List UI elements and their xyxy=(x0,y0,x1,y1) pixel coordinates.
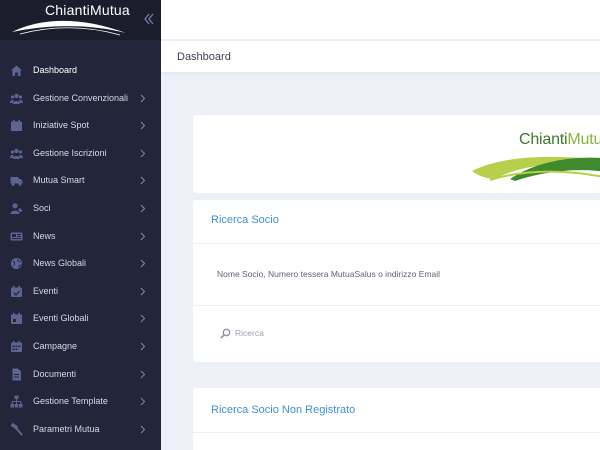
sidebar-item-label: Parametri Mutua xyxy=(33,423,100,434)
sidebar-item-label: Eventi Globali xyxy=(33,313,89,324)
divider xyxy=(193,243,600,244)
divider xyxy=(193,305,600,306)
page-title: Dashboard xyxy=(177,51,231,63)
users-icon xyxy=(10,93,23,104)
brand-swoosh-logo xyxy=(12,20,126,36)
search-unregistered-member-title[interactable]: Ricerca Socio Non Registrato xyxy=(211,404,355,416)
sidebar-item-label: Gestione Iscrizioni xyxy=(33,147,107,158)
sidebar-item-label: Gestione Template xyxy=(33,396,108,407)
chevron-right-icon xyxy=(140,397,146,406)
sidebar-item-label: Dashboard xyxy=(33,65,78,75)
sidebar-item-mutua-smart[interactable]: Mutua Smart xyxy=(0,167,161,195)
users-icon xyxy=(10,148,23,159)
hammer-icon xyxy=(10,422,23,436)
sidebar-item-soci[interactable]: Soci xyxy=(0,195,161,223)
sidebar-item-label: Soci xyxy=(33,202,51,213)
search-unregistered-member-card: Ricerca Socio Non Registrato xyxy=(193,388,600,450)
chevron-right-icon xyxy=(140,287,146,296)
sidebar-item-label: Documenti xyxy=(33,368,77,379)
divider xyxy=(193,432,600,433)
sidebar-item-eventi[interactable]: Eventi xyxy=(0,278,161,306)
chevron-right-icon xyxy=(140,342,146,351)
calendar-grid-icon xyxy=(11,340,22,352)
search-hint-text: Nome Socio, Numero tessera MutuaSalus o … xyxy=(217,269,440,279)
chevron-right-icon xyxy=(140,370,146,378)
sidebar-item-documenti[interactable]: Documenti xyxy=(0,361,161,389)
chevron-right-icon xyxy=(140,232,146,240)
sidebar-menu: Dashboard Gestione Convenzionali Iniziat… xyxy=(0,57,161,443)
chevron-right-icon xyxy=(140,425,146,434)
calendar-icon xyxy=(11,119,22,132)
sidebar-item-eventi-globali[interactable]: Eventi Globali xyxy=(0,305,161,333)
user-edit-icon xyxy=(10,203,23,214)
logo-card: ChiantiMutua xyxy=(193,115,600,193)
home-icon xyxy=(11,65,22,76)
chevron-right-icon xyxy=(140,121,146,130)
chevron-right-icon xyxy=(140,314,146,323)
search-icon xyxy=(220,328,231,339)
collapse-sidebar-icon[interactable] xyxy=(141,11,155,27)
sidebar-item-label: News Globali xyxy=(33,258,87,269)
search-input[interactable] xyxy=(235,324,535,342)
sidebar-item-label: Eventi xyxy=(33,285,59,296)
calendar-alt-icon xyxy=(11,313,22,325)
sidebar-item-gestione-convenzionali[interactable]: Gestione Convenzionali xyxy=(0,85,161,113)
top-header xyxy=(161,0,600,39)
sidebar-item-gestione-iscrizioni[interactable]: Gestione Iscrizioni xyxy=(0,140,161,168)
search-member-card: Ricerca Socio Nome Socio, Numero tessera… xyxy=(193,200,600,362)
sidebar-item-parametri-mutua[interactable]: Parametri Mutua xyxy=(0,416,161,444)
chevron-right-icon xyxy=(140,259,146,268)
chianti-mutua-logo-text: ChiantiMutua xyxy=(519,131,600,148)
sidebar-item-label: Mutua Smart xyxy=(33,175,85,186)
brand-header: ChiantiMutua xyxy=(0,0,161,40)
globe-icon xyxy=(11,258,22,270)
sidebar-item-label: Gestione Convenzionali xyxy=(33,92,129,103)
document-icon xyxy=(12,368,21,381)
sidebar-item-gestione-template[interactable]: Gestione Template xyxy=(0,388,161,416)
sidebar-item-label: Campagne xyxy=(33,340,78,351)
newspaper-icon xyxy=(10,232,23,241)
sidebar: ChiantiMutua Dashboard Gestione Convenzi… xyxy=(0,0,161,450)
sitemap-icon xyxy=(10,395,23,408)
sidebar-item-campagne[interactable]: Campagne xyxy=(0,333,161,361)
chevron-right-icon xyxy=(140,94,146,102)
sidebar-item-news[interactable]: News xyxy=(0,223,161,251)
chevron-right-icon xyxy=(140,204,146,213)
sidebar-item-label: News xyxy=(33,230,56,241)
sidebar-item-iniziative-spot[interactable]: Iniziative Spot xyxy=(0,112,161,140)
chevron-right-icon xyxy=(140,176,146,185)
subheader: Dashboard xyxy=(161,40,600,72)
calendar-check-icon xyxy=(11,285,22,297)
sidebar-item-label: Iniziative Spot xyxy=(33,120,90,131)
chianti-mutua-logo-swoosh xyxy=(472,156,600,181)
sidebar-item-dashboard[interactable]: Dashboard xyxy=(0,57,161,85)
truck-icon xyxy=(10,177,23,187)
search-member-title[interactable]: Ricerca Socio xyxy=(211,214,279,226)
chevron-right-icon xyxy=(140,149,146,158)
sidebar-item-news-globali[interactable]: News Globali xyxy=(0,250,161,278)
